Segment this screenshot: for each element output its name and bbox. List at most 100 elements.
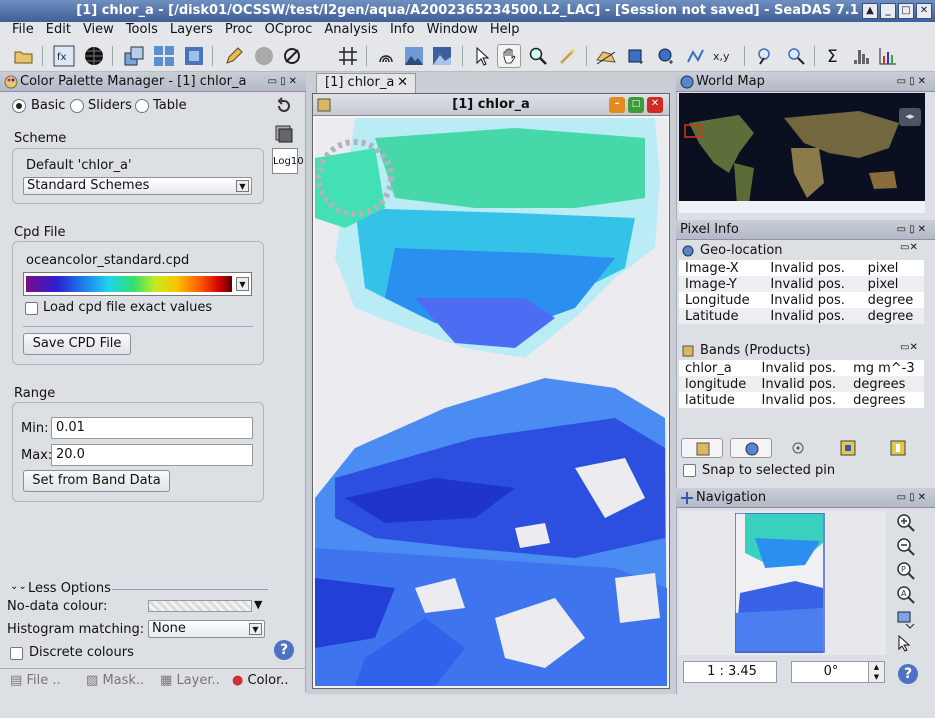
zoom-tool-icon[interactable] — [526, 44, 550, 68]
menu-ocproc[interactable]: OCproc — [259, 22, 319, 40]
close-button[interactable]: ✕ — [916, 3, 932, 19]
divider — [23, 326, 253, 327]
set-from-band-button[interactable]: Set from Band Data — [23, 470, 170, 492]
close-frame-button[interactable]: ✕ — [647, 97, 663, 113]
zoom-in-icon[interactable] — [896, 513, 916, 533]
world-map-zoom-control[interactable]: ◂▸ — [899, 108, 921, 126]
scatter-plot-icon[interactable] — [876, 44, 900, 68]
tab-layer[interactable]: ▦ Layer.. — [160, 670, 220, 692]
save-cpd-button[interactable]: Save CPD File — [23, 333, 131, 355]
pencil-icon[interactable] — [222, 44, 246, 68]
panel-controls[interactable]: ▭▯✕ — [897, 488, 929, 508]
minimize-frame-button[interactable]: – — [609, 97, 625, 113]
draw-ellipse-icon[interactable] — [654, 44, 678, 68]
maximize-button[interactable]: □ — [898, 3, 914, 19]
zoom-pin-icon[interactable] — [784, 44, 808, 68]
radio-basic[interactable] — [12, 99, 26, 113]
menu-file[interactable]: File — [4, 22, 40, 40]
window-menu-button[interactable]: ▲ — [862, 3, 878, 19]
hist-select[interactable]: None ▼ — [148, 620, 265, 638]
panel-controls[interactable]: ▭▯✕ — [268, 72, 300, 92]
terrain-icon[interactable] — [430, 44, 454, 68]
pin-icon[interactable] — [790, 440, 806, 456]
zoom-pixel-icon[interactable]: P — [896, 561, 916, 581]
show-pixel-toggle[interactable] — [681, 438, 723, 458]
close-tab-icon[interactable]: ✕ — [397, 74, 408, 92]
maximize-frame-button[interactable]: □ — [628, 97, 644, 113]
collapse-icon[interactable]: ⌄⌄ — [10, 581, 27, 592]
open-folder-icon[interactable] — [12, 44, 36, 68]
draw-line-icon[interactable] — [594, 44, 618, 68]
menu-view[interactable]: View — [77, 22, 120, 40]
section-controls[interactable]: ▭✕ — [900, 342, 918, 353]
menu-window[interactable]: Window — [421, 22, 484, 40]
world-map-view[interactable] — [679, 93, 925, 213]
tab-file[interactable]: ▤ File .. — [10, 670, 61, 692]
draw-rectangle-icon[interactable] — [624, 44, 648, 68]
histogram-icon[interactable] — [850, 44, 874, 68]
mask-icon[interactable] — [402, 44, 426, 68]
navigation-header: Navigation ▭▯✕ — [676, 488, 935, 508]
menu-proc[interactable]: Proc — [219, 22, 259, 40]
reset-icon[interactable] — [274, 96, 294, 116]
minimize-button[interactable]: _ — [880, 3, 896, 19]
fingerprint-icon[interactable] — [374, 44, 398, 68]
resample-icon[interactable] — [122, 44, 146, 68]
draw-polyline-icon[interactable] — [684, 44, 708, 68]
palette-select[interactable]: ▼ — [23, 272, 252, 296]
band-maths-icon[interactable]: fx — [52, 44, 76, 68]
scheme-select[interactable]: Standard Schemes ▼ — [23, 177, 252, 195]
statistics-sigma-icon[interactable]: Σ — [822, 44, 846, 68]
zoom-out-icon[interactable] — [896, 537, 916, 557]
flag-icon[interactable] — [890, 440, 906, 456]
nodata-color-swatch[interactable] — [148, 600, 252, 612]
no-data-icon[interactable] — [280, 44, 304, 68]
radio-table[interactable] — [135, 99, 149, 113]
panel-controls[interactable]: ▭▯✕ — [897, 220, 929, 240]
section-controls[interactable]: ▭✕ — [900, 242, 918, 253]
tab-image-view[interactable]: [1] chlor_a ✕ — [316, 73, 416, 93]
globe-icon — [680, 75, 694, 89]
graticule-icon[interactable] — [336, 44, 360, 68]
less-options-label[interactable]: Less Options — [28, 581, 111, 596]
navigation-overview[interactable] — [679, 511, 886, 655]
tie-point-icon[interactable] — [840, 440, 856, 456]
chevron-down-icon[interactable]: ▼ — [254, 598, 262, 611]
load-exact-checkbox[interactable] — [25, 302, 38, 315]
discrete-checkbox[interactable] — [10, 647, 23, 660]
help-icon[interactable]: ? — [274, 640, 294, 660]
multi-apply-icon[interactable] — [274, 124, 294, 144]
sync-cursor-icon[interactable] — [896, 634, 916, 654]
tab-mask[interactable]: ▨ Mask.. — [86, 670, 144, 692]
sync-views-icon[interactable] — [896, 610, 916, 630]
max-input[interactable]: 20.0 — [51, 444, 253, 466]
min-input[interactable]: 0.01 — [51, 417, 253, 439]
menu-tools[interactable]: Tools — [120, 22, 164, 40]
color-sphere-icon[interactable] — [252, 44, 276, 68]
menu-layers[interactable]: Layers — [164, 22, 219, 40]
zoom-factor-input[interactable]: 1 : 3.45 — [683, 661, 777, 683]
pan-hand-icon[interactable] — [497, 44, 521, 68]
rotation-input[interactable]: 0° ▲ ▼ — [791, 661, 885, 683]
magic-wand-icon[interactable] — [556, 44, 580, 68]
menu-edit[interactable]: Edit — [40, 22, 77, 40]
mosaic-icon[interactable] — [152, 44, 176, 68]
log10-button[interactable]: Log10 — [272, 148, 304, 174]
pin-placing-icon[interactable]: x,y — [712, 44, 736, 68]
range-finder-icon[interactable] — [754, 44, 778, 68]
collocation-icon[interactable] — [182, 44, 206, 68]
chlor-a-image[interactable] — [315, 118, 667, 686]
menu-help[interactable]: Help — [484, 22, 526, 40]
globe-icon[interactable] — [82, 44, 106, 68]
help-icon[interactable]: ? — [898, 664, 918, 684]
panel-controls[interactable]: ▭▯✕ — [897, 72, 929, 92]
menu-analysis[interactable]: Analysis — [318, 22, 384, 40]
zoom-all-icon[interactable]: A — [896, 585, 916, 605]
select-arrow-icon[interactable] — [470, 44, 494, 68]
show-geo-toggle[interactable] — [730, 438, 772, 458]
tab-color[interactable]: ● Color.. — [232, 670, 289, 692]
radio-sliders[interactable] — [70, 99, 84, 113]
menu-info[interactable]: Info — [384, 22, 421, 40]
spinner-arrows[interactable]: ▲ ▼ — [868, 662, 884, 682]
snap-checkbox[interactable] — [683, 464, 696, 477]
